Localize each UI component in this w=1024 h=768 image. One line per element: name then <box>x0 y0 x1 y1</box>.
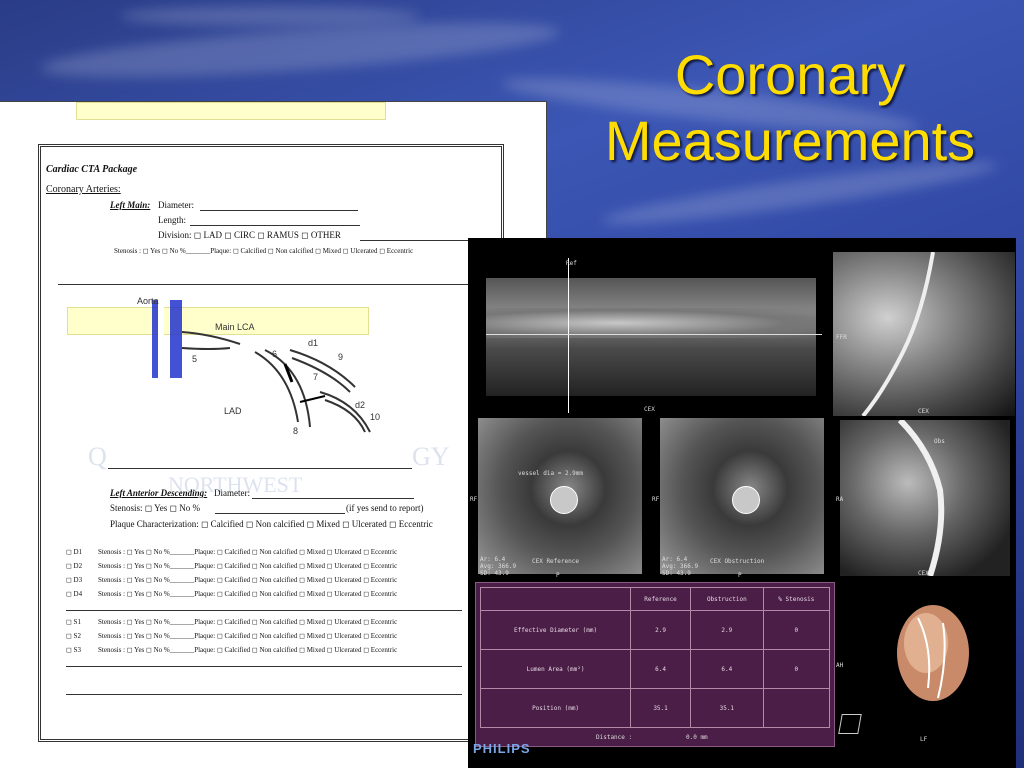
diagram-10: 10 <box>370 412 381 422</box>
row-text-5: Stenosis : ◻ Yes ◻ No %_______Plaque: ◻ … <box>98 632 398 640</box>
table-header-2: Obstruction <box>689 587 764 611</box>
row-text-1: Stenosis : ◻ Yes ◻ No %_______Plaque: ◻ … <box>98 562 398 570</box>
label-lf: LF <box>920 736 928 743</box>
measurement-table: Reference Obstruction% Stenosis Effective… <box>475 582 835 747</box>
table-cell: Lumen Area (mm²) <box>479 649 632 689</box>
watermark-right: GY <box>412 442 450 471</box>
mpr-view <box>476 248 828 418</box>
row-name-2: ◻ D3 <box>66 576 83 584</box>
diagram-7: 7 <box>313 372 319 382</box>
label-cex-reference: CEX Reference <box>532 558 579 565</box>
table-cell: 35.1 <box>689 688 764 728</box>
diagram-9: 9 <box>338 352 344 362</box>
title-line-2: Measurements <box>604 109 976 172</box>
diagram-8: 8 <box>293 426 299 436</box>
left-main-diameter: Diameter: <box>158 200 194 210</box>
table-header-1: Reference <box>630 587 691 611</box>
row-name-1: ◻ D2 <box>66 562 83 570</box>
table-header-0 <box>479 587 632 611</box>
distance-label: Distance : <box>596 734 633 741</box>
row-text-4: Stenosis : ◻ Yes ◻ No %_______Plaque: ◻ … <box>98 618 398 626</box>
label-vessel-dia: vessel dia = 2.9mm <box>518 470 584 477</box>
distance-value: 0.0 mm <box>686 734 708 741</box>
label-cex-2: CEX <box>918 408 929 415</box>
label-cex-3: CEX <box>918 570 929 577</box>
label-ref-marker: Ref <box>566 260 577 267</box>
lad-report-note: (if yes send to report) <box>346 503 424 513</box>
lad-diameter: Diameter: <box>214 488 250 498</box>
orientation-cube-icon <box>838 714 862 734</box>
form-header: Cardiac CTA Package <box>46 164 138 175</box>
left-main-label: Left Main: <box>110 200 151 210</box>
philips-logo: PHILIPS <box>473 741 531 756</box>
table-cell <box>762 688 831 728</box>
cross-section-obstruction <box>660 418 824 574</box>
stats-obstruction: Ar: 6.4 Avg: 366.9 SD: 43.9 <box>662 556 699 577</box>
left-main-division: Division: ◻ LAD ◻ CIRC ◻ RAMUS ◻ OTHER <box>158 230 341 240</box>
highlight-top <box>76 102 386 120</box>
label-rf-2: RF <box>652 496 660 503</box>
lad-plaque: Plaque Characterization: ◻ Calcified ◻ N… <box>110 519 433 529</box>
section-coronary-arteries: Coronary Arteries: <box>46 184 121 195</box>
row-name-0: ◻ D1 <box>66 548 83 556</box>
title-line-1: Coronary <box>674 43 906 106</box>
label-ah: AH <box>836 662 844 669</box>
row-text-2: Stenosis : ◻ Yes ◻ No %_______Plaque: ◻ … <box>98 576 398 584</box>
table-row: Lumen Area (mm²) 6.4 6.4 0 <box>479 649 831 689</box>
label-cex-1: CEX <box>644 406 655 413</box>
label-obs: Obs <box>934 438 945 445</box>
row-text-0: Stenosis : ◻ Yes ◻ No %_______Plaque: ◻ … <box>98 548 398 556</box>
label-p-1: P <box>556 572 560 579</box>
table-cell: 2.9 <box>630 610 691 650</box>
diagram-d1: d1 <box>308 338 319 348</box>
table-cell: Position (mm) <box>479 688 632 728</box>
diagram-6: 6 <box>272 349 278 359</box>
label-p-2: P <box>738 572 742 579</box>
table-cell: 6.4 <box>630 649 691 689</box>
slide-title: Coronary Measurements <box>560 42 1020 174</box>
row-name-5: ◻ S2 <box>66 632 81 640</box>
left-main-stenosis: Stenosis : ◻ Yes ◻ No %_______Plaque: ◻ … <box>114 247 414 255</box>
diagram-lad: LAD <box>224 406 242 416</box>
heart-3d-view <box>888 598 978 708</box>
cross-section-reference <box>478 418 642 574</box>
diagram-5: 5 <box>192 354 198 364</box>
label-rf-1: RF <box>470 496 478 503</box>
label-ra: RA <box>836 496 844 503</box>
table-cell: 2.9 <box>689 610 764 650</box>
table-cell: 0 <box>762 649 831 689</box>
table-cell: Effective Diameter (mm) <box>479 610 632 650</box>
row-name-6: ◻ S3 <box>66 646 81 654</box>
label-ffr: FFR <box>836 334 847 341</box>
diagram-d2: d2 <box>355 400 366 410</box>
row-name-4: ◻ S1 <box>66 618 81 626</box>
label-cex-obstruction: CEX Obstruction <box>710 558 765 565</box>
curved-view <box>833 252 1015 416</box>
cta-form-document: Cardiac CTA Package Coronary Arteries: L… <box>0 102 546 768</box>
table-cell: 6.4 <box>689 649 764 689</box>
diagram-main-lca: Main LCA <box>215 322 255 332</box>
left-main-length: Length: <box>158 215 186 225</box>
lad-label: Left Anterior Descending: <box>110 488 208 498</box>
table-cell: 0 <box>762 610 831 650</box>
diagram-aorta: Aorta <box>137 296 159 306</box>
coronary-diagram <box>152 300 371 433</box>
table-row: Position (mm) 35.1 35.1 <box>479 688 831 728</box>
vessel-3d-view <box>840 420 1010 576</box>
table-cell: 35.1 <box>630 688 691 728</box>
stats-reference: Ar: 6.4 Avg: 366.9 SD: 43.9 <box>480 556 517 577</box>
table-row: Effective Diameter (mm) 2.9 2.9 0 <box>479 610 831 650</box>
watermark-left: Q <box>88 442 107 471</box>
row-name-3: ◻ D4 <box>66 590 83 598</box>
row-text-3: Stenosis : ◻ Yes ◻ No %_______Plaque: ◻ … <box>98 590 398 598</box>
row-text-6: Stenosis : ◻ Yes ◻ No %_______Plaque: ◻ … <box>98 646 398 654</box>
table-header-3: % Stenosis <box>762 587 831 611</box>
lad-stenosis: Stenosis: ◻ Yes ◻ No % <box>110 503 200 513</box>
